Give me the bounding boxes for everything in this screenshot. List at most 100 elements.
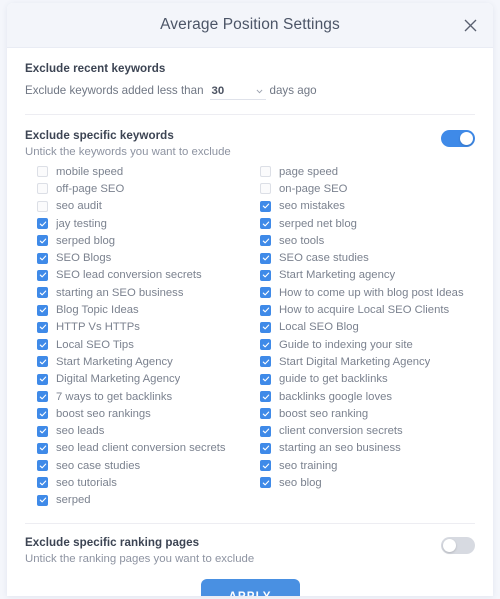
- keyword-checkbox-item[interactable]: serped: [37, 492, 250, 509]
- exclude-specific-keywords-toggle[interactable]: [441, 130, 475, 147]
- checkbox-checked-icon[interactable]: [37, 477, 48, 489]
- keyword-label: seo blog: [279, 476, 322, 489]
- checkbox-checked-icon[interactable]: [260, 304, 271, 316]
- checkbox-unchecked-icon[interactable]: [260, 183, 271, 195]
- keyword-checkbox-item[interactable]: How to acquire Local SEO Clients: [260, 301, 475, 318]
- close-icon[interactable]: [459, 14, 481, 36]
- checkbox-checked-icon[interactable]: [260, 321, 271, 333]
- keyword-checkbox-item[interactable]: seo case studies: [37, 457, 250, 474]
- keyword-checkbox-item[interactable]: Start Marketing agency: [260, 267, 475, 284]
- keyword-checkbox-item[interactable]: serped blog: [37, 232, 250, 249]
- checkbox-checked-icon[interactable]: [260, 460, 271, 472]
- keyword-checkbox-item[interactable]: boost seo ranking: [260, 405, 475, 422]
- checkbox-checked-icon[interactable]: [37, 269, 48, 281]
- keyword-label: serped: [56, 494, 91, 507]
- apply-button[interactable]: APPLY: [200, 578, 300, 596]
- keyword-checkbox-item[interactable]: SEO case studies: [260, 249, 475, 266]
- checkbox-checked-icon[interactable]: [37, 494, 48, 506]
- checkbox-checked-icon[interactable]: [260, 269, 271, 281]
- keyword-checkbox-item[interactable]: SEO lead conversion secrets: [37, 267, 250, 284]
- keyword-checkbox-item[interactable]: Blog Topic Ideas: [37, 301, 250, 318]
- checkbox-checked-icon[interactable]: [260, 373, 271, 385]
- keyword-checkbox-item[interactable]: off-page SEO: [37, 180, 250, 197]
- keyword-checkbox-item[interactable]: SEO Blogs: [37, 249, 250, 266]
- average-position-settings-dialog: Average Position Settings Exclude recent…: [7, 3, 493, 596]
- checkbox-checked-icon[interactable]: [37, 321, 48, 333]
- checkbox-unchecked-icon[interactable]: [37, 200, 48, 212]
- checkbox-checked-icon[interactable]: [37, 373, 48, 385]
- keyword-checkbox-item[interactable]: starting an SEO business: [37, 284, 250, 301]
- keyword-checkbox-item[interactable]: seo tools: [260, 232, 475, 249]
- keyword-checkbox-item[interactable]: Digital Marketing Agency: [37, 371, 250, 388]
- recent-keywords-label-suffix: days ago: [269, 84, 317, 97]
- keyword-label: seo audit: [56, 200, 102, 213]
- keyword-label: SEO lead conversion secrets: [56, 269, 202, 282]
- checkbox-checked-icon[interactable]: [260, 391, 271, 402]
- days-select[interactable]: 30: [209, 85, 266, 100]
- days-select-value: 30: [211, 85, 225, 97]
- checkbox-checked-icon[interactable]: [37, 339, 48, 351]
- checkbox-checked-icon[interactable]: [260, 235, 271, 247]
- keyword-checkbox-item[interactable]: seo mistakes: [260, 198, 475, 215]
- checkbox-checked-icon[interactable]: [37, 218, 48, 230]
- keyword-checkbox-item[interactable]: backlinks google loves: [260, 388, 475, 405]
- keyword-checkbox-item[interactable]: starting an seo business: [260, 440, 475, 457]
- checkbox-checked-icon[interactable]: [37, 408, 48, 420]
- keyword-checkbox-item[interactable]: Start Digital Marketing Agency: [260, 353, 475, 370]
- keyword-checkbox-item[interactable]: jay testing: [37, 215, 250, 232]
- checkbox-unchecked-icon[interactable]: [37, 166, 48, 178]
- keyword-checkbox-item[interactable]: Start Marketing Agency: [37, 353, 250, 370]
- checkbox-checked-icon[interactable]: [260, 408, 271, 420]
- checkbox-checked-icon[interactable]: [260, 252, 271, 264]
- checkbox-checked-icon[interactable]: [37, 304, 48, 316]
- keyword-checkbox-item[interactable]: serped net blog: [260, 215, 475, 232]
- checkbox-checked-icon[interactable]: [260, 477, 271, 489]
- keyword-checkbox-item[interactable]: Local SEO Tips: [37, 336, 250, 353]
- keyword-checkbox-item[interactable]: Local SEO Blog: [260, 319, 475, 336]
- keyword-label: Start Digital Marketing Agency: [279, 355, 431, 368]
- checkbox-checked-icon[interactable]: [37, 356, 48, 368]
- checkbox-checked-icon[interactable]: [37, 425, 48, 437]
- keyword-checkbox-item[interactable]: seo lead client conversion secrets: [37, 440, 250, 457]
- keyword-checkbox-item[interactable]: seo training: [260, 457, 475, 474]
- keyword-checkbox-item[interactable]: seo leads: [37, 422, 250, 439]
- keyword-checkbox-item[interactable]: on-page SEO: [260, 180, 475, 197]
- checkbox-checked-icon[interactable]: [260, 442, 271, 454]
- checkbox-checked-icon[interactable]: [260, 200, 271, 212]
- checkbox-checked-icon[interactable]: [37, 442, 48, 454]
- keyword-label: How to acquire Local SEO Clients: [279, 304, 450, 317]
- keyword-checkbox-item[interactable]: How to come up with blog post Ideas: [260, 284, 475, 301]
- keyword-checkbox-item[interactable]: 7 ways to get backlinks: [37, 388, 250, 405]
- exclude-recent-keywords-title: Exclude recent keywords: [25, 62, 166, 75]
- exclude-specific-keywords-section: Exclude specific keywords Untick the key…: [25, 115, 475, 524]
- checkbox-checked-icon[interactable]: [37, 391, 48, 402]
- keyword-label: Local SEO Tips: [56, 338, 134, 351]
- chevron-down-icon: [256, 88, 263, 95]
- checkbox-checked-icon[interactable]: [37, 287, 48, 299]
- keyword-label: guide to get backlinks: [279, 373, 388, 386]
- keyword-checkbox-item[interactable]: boost seo rankings: [37, 405, 250, 422]
- keyword-checkbox-item[interactable]: Guide to indexing your site: [260, 336, 475, 353]
- checkbox-checked-icon[interactable]: [37, 235, 48, 247]
- checkbox-checked-icon[interactable]: [260, 287, 271, 299]
- keyword-checkbox-item[interactable]: seo audit: [37, 198, 250, 215]
- keyword-checkbox-item[interactable]: page speed: [260, 163, 475, 180]
- checkbox-unchecked-icon[interactable]: [260, 166, 271, 178]
- keyword-checkbox-item[interactable]: seo blog: [260, 474, 475, 491]
- keyword-label: Blog Topic Ideas: [56, 304, 139, 317]
- checkbox-checked-icon[interactable]: [260, 425, 271, 437]
- checkbox-checked-icon[interactable]: [260, 218, 271, 230]
- exclude-ranking-pages-section: Exclude specific ranking pages Untick th…: [25, 524, 475, 596]
- keyword-checkbox-item[interactable]: mobile speed: [37, 163, 250, 180]
- checkbox-checked-icon[interactable]: [37, 252, 48, 264]
- keyword-checkbox-item[interactable]: HTTP Vs HTTPs: [37, 319, 250, 336]
- checkbox-unchecked-icon[interactable]: [37, 183, 48, 195]
- checkbox-checked-icon[interactable]: [37, 460, 48, 472]
- ranking-pages-header: Exclude specific ranking pages Untick th…: [25, 536, 475, 565]
- keyword-checkbox-item[interactable]: client conversion secrets: [260, 422, 475, 439]
- keyword-checkbox-item[interactable]: seo tutorials: [37, 474, 250, 491]
- checkbox-checked-icon[interactable]: [260, 339, 271, 351]
- exclude-ranking-pages-toggle[interactable]: [441, 536, 475, 554]
- keyword-checkbox-item[interactable]: guide to get backlinks: [260, 371, 475, 388]
- checkbox-checked-icon[interactable]: [260, 356, 271, 368]
